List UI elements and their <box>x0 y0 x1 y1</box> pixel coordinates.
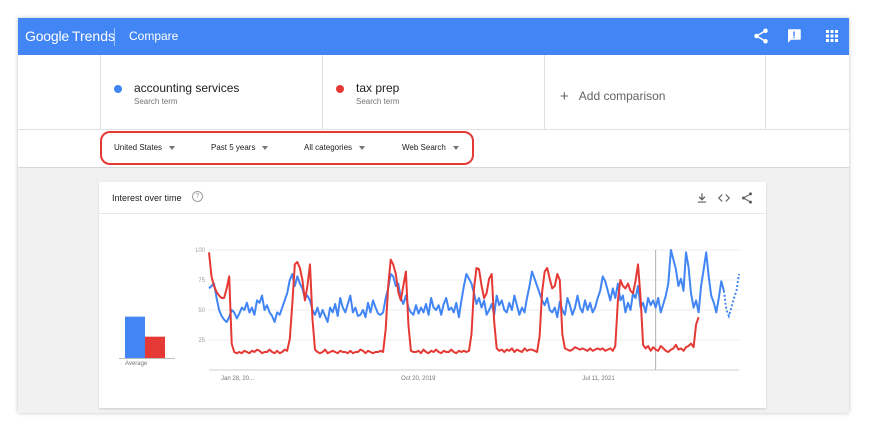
dropdown-arrow-icon <box>169 145 176 150</box>
time-range-dropdown[interactable]: Past 5 years <box>211 143 269 152</box>
series-line-accounting-services <box>208 249 725 323</box>
card-header: Interest over time ? <box>99 182 766 214</box>
region-filter-dropdown[interactable]: United States <box>114 143 176 152</box>
series-color-dot <box>114 85 122 93</box>
x-tick-label: Jan 28, 20... <box>221 376 254 382</box>
category-dropdown[interactable]: All categories <box>304 143 366 152</box>
top-app-bar: Google Trends Compare <box>18 18 849 55</box>
term-card-tax-prep[interactable]: tax prep Search term <box>322 55 544 130</box>
download-icon[interactable] <box>695 191 709 205</box>
average-bar-tax-prep <box>145 336 165 359</box>
average-label: Average <box>125 361 148 367</box>
apps-grid-icon[interactable] <box>823 27 841 45</box>
average-bars <box>125 316 165 359</box>
average-bar-accounting-services <box>125 316 145 359</box>
filter-bar: United States Past 5 years All categorie… <box>18 130 849 168</box>
share-icon[interactable] <box>740 191 754 205</box>
search-type-value: Web Search <box>402 143 446 152</box>
interest-line-chart[interactable]: 100 75 50 25 Jan 28, 20... Oct 20, 2019 Jul 11… <box>189 242 749 388</box>
brand-google: Google <box>25 28 69 44</box>
region-filter-value: United States <box>114 143 163 152</box>
y-tick-label: 25 <box>198 338 205 344</box>
series-line-tax-prep <box>208 252 700 355</box>
series-color-dot <box>336 85 344 93</box>
help-icon[interactable]: ? <box>192 191 203 202</box>
share-icon[interactable] <box>752 27 770 45</box>
dropdown-arrow-icon <box>359 145 366 150</box>
term-name: tax prep <box>356 81 400 95</box>
average-baseline <box>119 358 175 359</box>
term-name: accounting services <box>134 81 240 95</box>
comparison-terms-bar: accounting services Search term tax prep… <box>18 55 849 130</box>
google-trends-logo[interactable]: Google Trends <box>25 28 115 44</box>
add-comparison-text: Add comparison <box>578 89 666 103</box>
time-range-value: Past 5 years <box>211 143 256 152</box>
category-value: All categories <box>304 143 353 152</box>
y-tick-label: 75 <box>198 278 205 284</box>
plus-icon: + <box>560 88 569 105</box>
x-tick-label: Oct 20, 2019 <box>401 376 436 382</box>
dropdown-arrow-icon <box>452 145 459 150</box>
search-type-dropdown[interactable]: Web Search <box>402 143 459 152</box>
term-type: Search term <box>356 97 400 106</box>
y-tick-label: 100 <box>195 248 206 254</box>
brand-trends: Trends <box>71 28 116 44</box>
embed-code-icon[interactable] <box>717 191 731 205</box>
interest-over-time-card: Interest over time ? Average 100 75 50 25 Ja… <box>99 182 766 408</box>
term-card-accounting-services[interactable]: accounting services Search term <box>100 55 322 130</box>
add-comparison-button[interactable]: + Add comparison <box>544 55 766 130</box>
y-tick-label: 50 <box>198 308 205 314</box>
header-divider <box>114 28 115 46</box>
average-bar-chart: Average <box>119 282 175 372</box>
x-tick-label: Jul 11, 2021 <box>582 376 615 382</box>
feedback-icon[interactable] <box>785 27 803 45</box>
card-title: Interest over time <box>112 193 182 203</box>
dropdown-arrow-icon <box>262 145 269 150</box>
page-title: Compare <box>129 29 179 43</box>
trends-window: Google Trends Compare accounting services… <box>18 18 849 413</box>
add-comparison-label: + Add comparison <box>560 87 666 105</box>
term-type: Search term <box>134 97 178 106</box>
